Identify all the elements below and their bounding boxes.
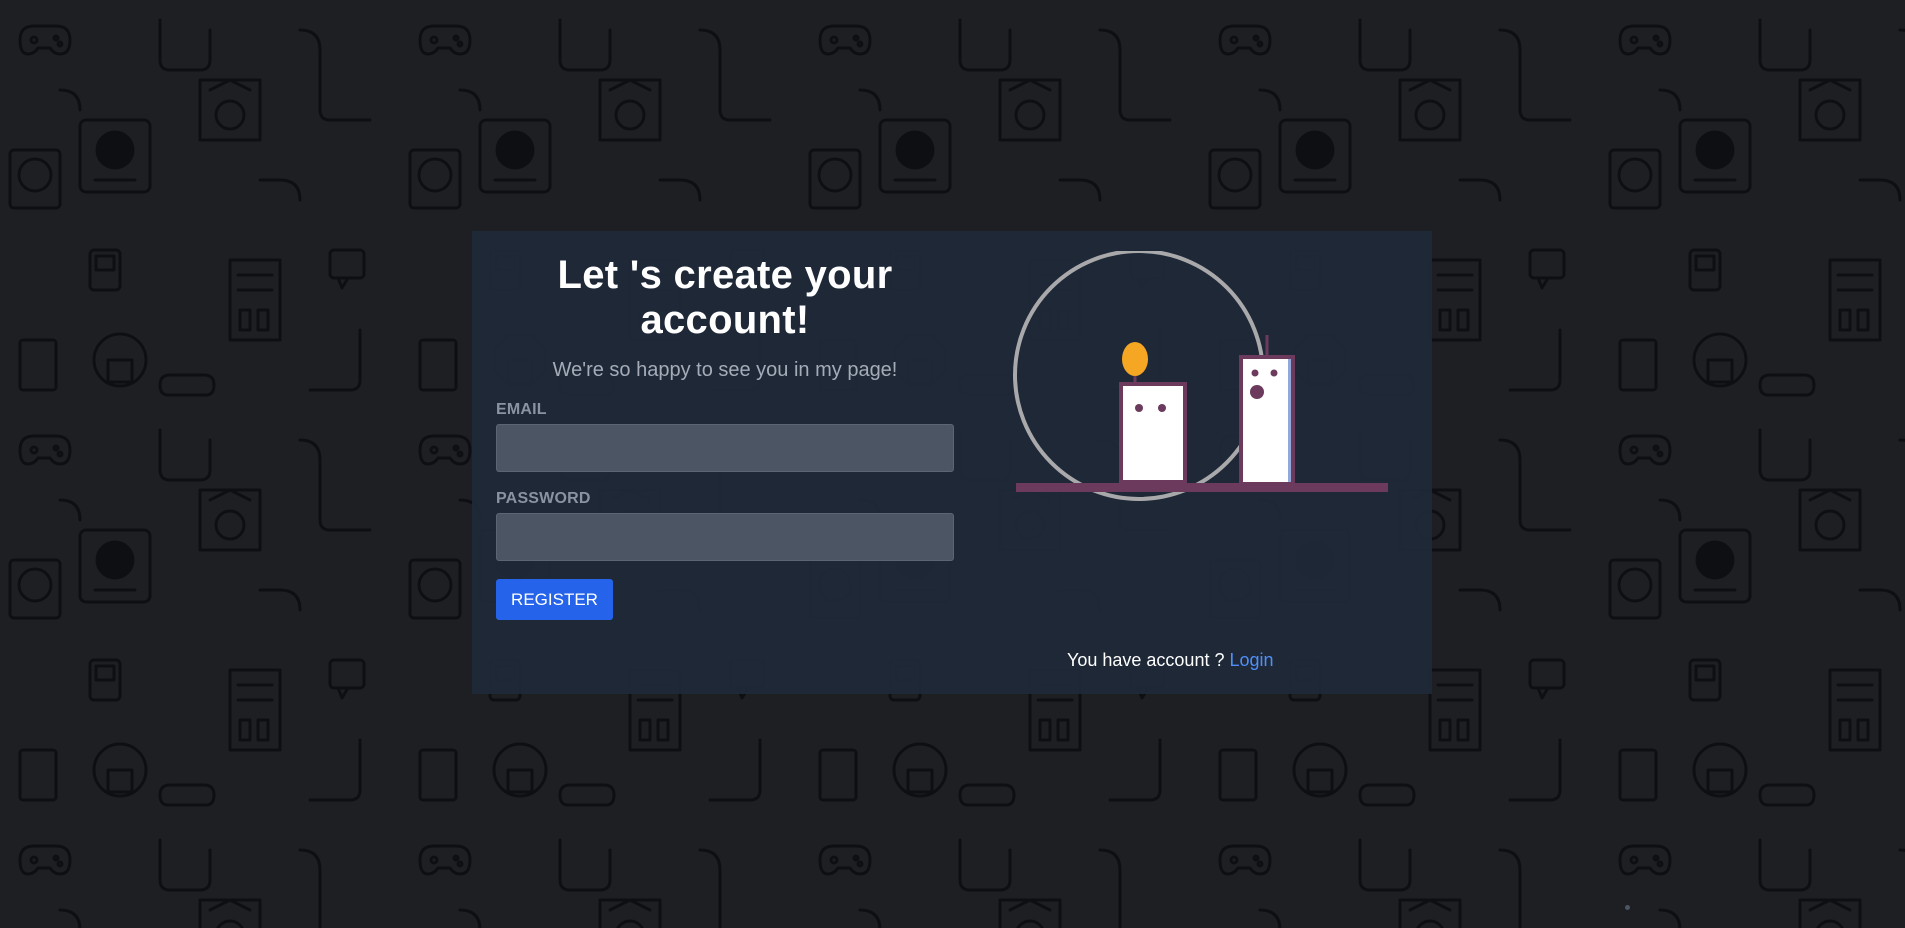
email-field[interactable] — [496, 424, 954, 472]
corner-indicator-dot — [1625, 905, 1630, 910]
small-candle — [1119, 342, 1187, 484]
page-title: Let 's create your account! — [557, 253, 893, 342]
register-button[interactable]: REGISTER — [496, 579, 613, 620]
register-form: Let 's create your account! We're so hap… — [496, 253, 954, 620]
shelf — [1016, 483, 1388, 492]
tall-candle — [1239, 335, 1295, 486]
candles-illustration — [1013, 251, 1388, 501]
page-subtitle: We're so happy to see you in my page! — [552, 359, 898, 381]
login-prompt: You have account ? Login — [1067, 649, 1274, 671]
login-link[interactable]: Login — [1229, 650, 1273, 670]
password-field[interactable] — [496, 513, 954, 561]
login-prompt-text: You have account ? — [1067, 650, 1225, 670]
register-card: Let 's create your account! We're so hap… — [472, 231, 1432, 694]
password-label: PASSWORD — [496, 490, 591, 507]
flame-icon — [1122, 342, 1148, 376]
email-label: EMAIL — [496, 401, 547, 418]
